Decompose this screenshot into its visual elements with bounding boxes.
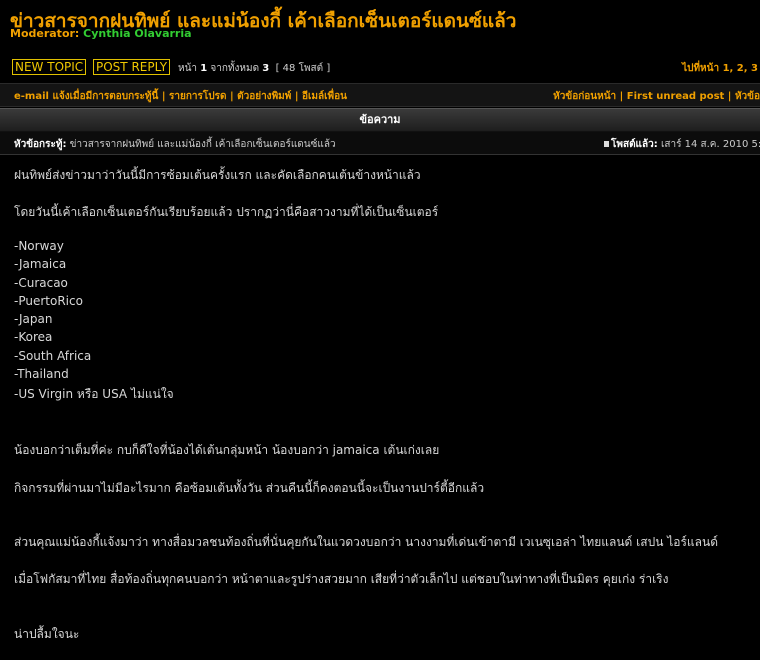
- notify-link[interactable]: e-mail แจ้งเมื่อมีการตอบกระทู้นี้: [14, 91, 158, 102]
- post-text-line: -US Virgin หรือ USA ไม่แน่ใจ: [14, 387, 174, 401]
- post-text-line: -PuertoRico: [14, 294, 83, 308]
- email-friend-link[interactable]: อีเมล์เพื่อน: [302, 91, 347, 102]
- post-text-line: น้องบอกว่าเต็มที่ค่ะ กบก็ดีใจที่น้องได้เ…: [14, 443, 440, 457]
- subject-label: หัวข้อกระทู้:: [14, 139, 67, 150]
- moderator-label: Moderator:: [10, 27, 80, 40]
- page-of-label: จากทั้งหมด: [210, 63, 260, 74]
- post-text-line: กิจกรรมที่ผ่านมาไม่มีอะไรมาก คือซ้อมเต้น…: [14, 481, 485, 495]
- post-header-row: หัวข้อกระทู้: ข่าวสารจากฝนทิพย์ และแม่น้…: [0, 132, 760, 155]
- post-text-line: โดยวันนี้เค้าเลือกเซ็นเตอร์กันเรียบร้อยแ…: [14, 205, 439, 219]
- goto-page-links[interactable]: 1, 2, 3: [723, 63, 758, 74]
- moderator-name-link[interactable]: Cynthia Olavarria: [83, 27, 191, 40]
- post-text-line: -Curacao: [14, 276, 68, 290]
- post-text-line: -South Africa: [14, 349, 92, 363]
- goto-label: ไปที่หน้า: [682, 63, 720, 74]
- topic-links-bar: e-mail แจ้งเมื่อมีการตอบกระทู้นี้ | รายก…: [0, 83, 760, 107]
- post-subject: หัวข้อกระทู้: ข่าวสารจากฝนทิพย์ และแม่น้…: [14, 137, 336, 152]
- posted-label: โพสต์แล้ว:: [611, 139, 658, 150]
- topic-navigation: หัวข้อก่อนหน้า | First unread post | หัว…: [553, 91, 760, 102]
- topic-tools: e-mail แจ้งเมื่อมีการตอบกระทู้นี้ | รายก…: [14, 91, 347, 102]
- next-topic-link[interactable]: หัวข้อ: [735, 91, 760, 102]
- page-current: 1: [200, 63, 208, 74]
- post-reply-button[interactable]: POST REPLY: [93, 59, 171, 75]
- print-link[interactable]: ตัวอย่างพิมพ์: [237, 91, 291, 102]
- post-text-line: เมื่อโฟกัสมาที่ไทย สื่อท้องถิ่นทุกคนบอกว…: [14, 572, 669, 586]
- moderator-line: Moderator: Cynthia Olavarria: [10, 27, 192, 40]
- post-text-line: -Japan: [14, 312, 53, 326]
- post-text-line: -Thailand: [14, 367, 69, 381]
- post-text-line: ส่วนคุณแม่น้องกี้แจ้งมาว่า ทางสื่อมวลชนท…: [14, 535, 718, 549]
- goto-pages: ไปที่หน้า 1, 2, 3: [682, 61, 758, 76]
- post-text-line: -Norway: [14, 239, 64, 253]
- post-text-line: น่าปลื้มใจนะ: [14, 627, 80, 641]
- post-count: [ 48 โพสต์ ]: [275, 63, 331, 74]
- prev-topic-link[interactable]: หัวข้อก่อนหน้า: [553, 91, 616, 102]
- subject-text: ข่าวสารจากฝนทิพย์ และแม่น้องกี้ เค้าเลือ…: [69, 139, 336, 150]
- post-text-line: -Jamaica: [14, 257, 67, 271]
- post-date: โพสต์แล้ว: เสาร์ 14 ส.ค. 2010 5:: [604, 137, 760, 152]
- post-text-line: -Korea: [14, 330, 53, 344]
- page-total: 3: [262, 63, 270, 74]
- bookmark-link[interactable]: รายการโปรด: [169, 91, 226, 102]
- new-topic-button[interactable]: NEW TOPIC: [12, 59, 87, 75]
- page-label: หน้า: [178, 63, 198, 74]
- post-icon[interactable]: [604, 141, 609, 147]
- post-text-line: ฝนทิพย์ส่งข่าวมาว่าวันนี้มีการซ้อมเต้นคร…: [14, 168, 421, 182]
- posted-date: เสาร์ 14 ส.ค. 2010 5:: [660, 139, 760, 150]
- message-column-header: ข้อความ: [0, 108, 760, 132]
- page-info: หน้า 1 จากทั้งหมด 3 [ 48 โพสต์ ]: [178, 61, 330, 76]
- first-unread-link[interactable]: First unread post: [627, 91, 725, 102]
